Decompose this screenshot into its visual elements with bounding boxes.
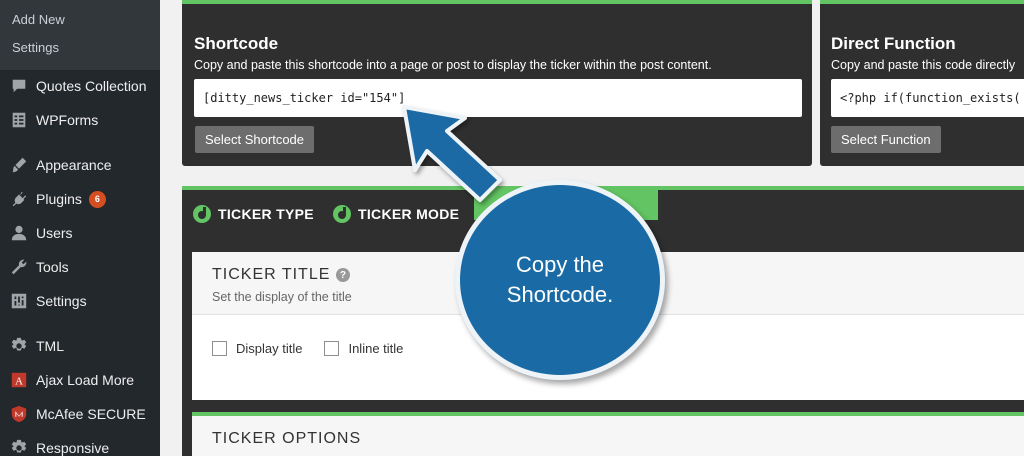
wrench-icon: [9, 257, 29, 277]
select-function-button[interactable]: Select Function: [831, 126, 941, 153]
user-icon: [9, 223, 29, 243]
sidebar-item-responsive[interactable]: Responsive: [0, 431, 160, 456]
admin-sidebar: Add New Settings Quotes Collection WPFor…: [0, 0, 160, 456]
sidebar-item-label: Quotes Collection: [36, 78, 147, 94]
sidebar-item-label: Ajax Load More: [36, 372, 135, 388]
sidebar-item-label: WPForms: [36, 112, 99, 128]
sidebar-item-label: Responsive: [36, 440, 110, 456]
gear-icon: [9, 336, 29, 356]
brush-icon: [9, 155, 29, 175]
callout-line-2: Shortcode.: [506, 282, 614, 307]
inline-title-label: Inline title: [348, 341, 404, 356]
sidebar-item-settings[interactable]: Settings: [0, 284, 160, 318]
help-icon[interactable]: ?: [336, 268, 351, 282]
quote-icon: [9, 76, 29, 96]
sidebar-item-label: Tools: [36, 259, 69, 275]
submenu-settings[interactable]: Settings: [0, 34, 160, 62]
direct-function-title: Direct Function: [831, 34, 956, 53]
display-title-label: Display title: [236, 341, 303, 356]
sidebar-item-mcafee-secure[interactable]: McAfee SECURE: [0, 397, 160, 431]
gear-icon: [9, 438, 29, 456]
sidebar-item-users[interactable]: Users: [0, 216, 160, 250]
shortcode-input[interactable]: [ditty_news_ticker id="154"]: [194, 79, 802, 117]
sidebar-item-quotes-collection[interactable]: Quotes Collection: [0, 69, 160, 103]
ditty-icon: [333, 205, 351, 223]
sidebar-item-label: TML: [36, 338, 64, 354]
shield-icon: [9, 404, 29, 424]
sidebar-item-label: Plugins: [36, 191, 82, 207]
sidebar-submenu: Add New Settings: [0, 0, 160, 70]
shortcode-description: Copy and paste this shortcode into a pag…: [194, 58, 712, 72]
sidebar-item-ajax-load-more[interactable]: A Ajax Load More: [0, 363, 160, 397]
plugins-update-badge: 6: [88, 190, 106, 208]
tab-ticker-mode[interactable]: TICKER MODE: [332, 204, 459, 224]
plugin-icon: [9, 189, 29, 209]
sidebar-item-label: Settings: [36, 293, 87, 309]
section-title: TICKER OPTIONS: [212, 430, 362, 447]
shortcode-title: Shortcode: [194, 34, 279, 53]
direct-function-input[interactable]: <?php if(function_exists(: [831, 79, 1024, 117]
select-shortcode-button[interactable]: Select Shortcode: [195, 126, 315, 153]
form-icon: [9, 110, 29, 130]
submenu-add-new[interactable]: Add New: [0, 6, 160, 34]
section-title: TICKER TITLE: [212, 266, 331, 283]
callout-bubble: Copy the Shortcode.: [455, 180, 665, 380]
settings-icon: [9, 291, 29, 311]
tab-label: TICKER MODE: [358, 206, 460, 222]
ticker-options-header: TICKER OPTIONS: [192, 416, 1024, 456]
sidebar-item-label: Users: [36, 225, 73, 241]
sidebar-item-label: Appearance: [36, 157, 112, 173]
tab-ticker-type[interactable]: TICKER TYPE: [192, 204, 314, 224]
ditty-icon: [193, 205, 211, 223]
display-title-checkbox[interactable]: [212, 341, 227, 356]
tab-label: TICKER TYPE: [218, 206, 314, 222]
inline-title-checkbox[interactable]: [324, 341, 340, 356]
svg-text:A: A: [15, 376, 23, 388]
direct-function-panel: Direct Function Copy and paste this code…: [820, 0, 1024, 166]
shortcode-panel: Shortcode Copy and paste this shortcode …: [182, 0, 812, 166]
ajax-icon: A: [9, 370, 29, 390]
sidebar-item-label: McAfee SECURE: [36, 406, 146, 422]
direct-function-description: Copy and paste this code directly: [831, 58, 1016, 72]
callout-line-1: Copy the: [515, 252, 605, 277]
sidebar-item-appearance[interactable]: Appearance: [0, 148, 160, 182]
sidebar-item-wpforms[interactable]: WPForms: [0, 103, 160, 137]
sidebar-item-tml[interactable]: TML: [0, 329, 160, 363]
sidebar-item-tools[interactable]: Tools: [0, 250, 160, 284]
ticker-options-section: TICKER OPTIONS: [192, 412, 1024, 456]
sidebar-item-plugins[interactable]: Plugins 6: [0, 182, 160, 216]
